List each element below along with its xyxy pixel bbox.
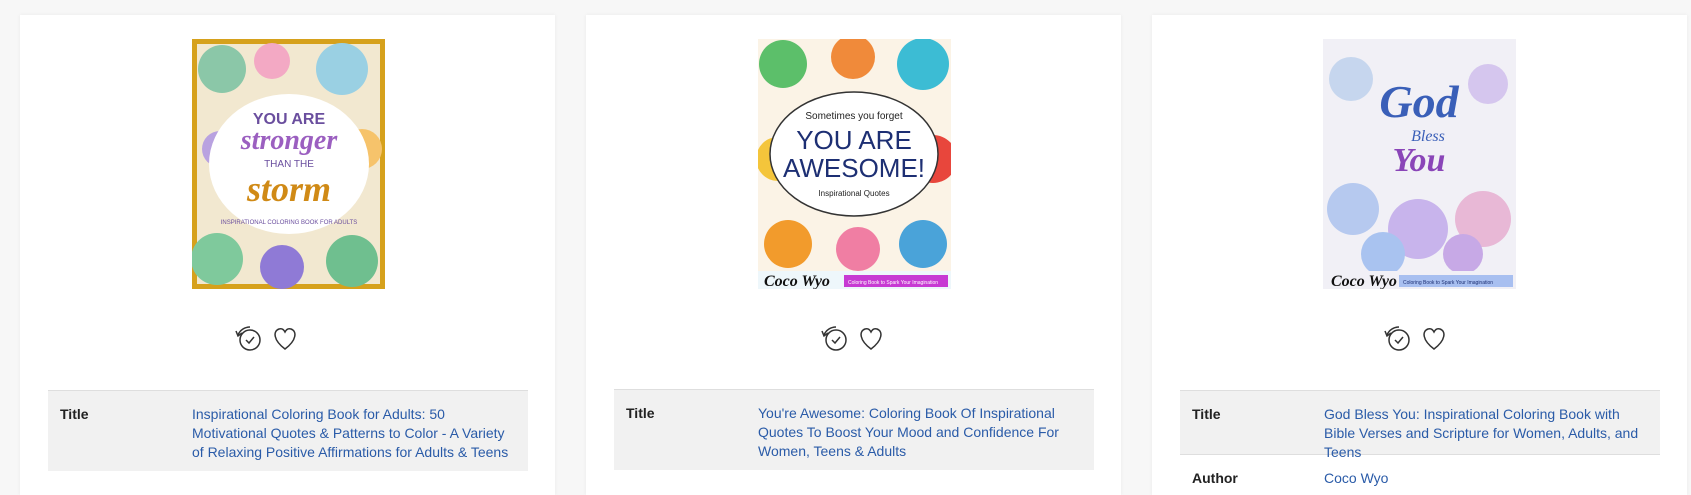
detail-value: Coco Wyo bbox=[1324, 455, 1660, 495]
book-card: God Bless You Coco Wyo Coloring Book to … bbox=[1152, 15, 1687, 495]
cover-text: INSPIRATIONAL COLORING BOOK FOR ADULTS bbox=[221, 220, 358, 226]
detail-row-title: Title You're Awesome: Coloring Book Of I… bbox=[614, 389, 1094, 470]
cover-text: AWESOME! bbox=[783, 153, 925, 183]
detail-value: You're Awesome: Coloring Book Of Inspira… bbox=[758, 390, 1094, 470]
detail-label: Author bbox=[1192, 470, 1238, 486]
detail-label: Title bbox=[1192, 406, 1221, 422]
cover-text: Coloring Book to Spark Your Imagination bbox=[1403, 280, 1493, 286]
cover-text: You bbox=[1393, 142, 1446, 179]
book-details: Title God Bless You: Inspirational Color… bbox=[1180, 390, 1660, 495]
cover-text: God bbox=[1379, 76, 1459, 127]
heart-icon[interactable] bbox=[854, 321, 888, 355]
book-title-link[interactable]: Inspirational Coloring Book for Adults: … bbox=[192, 406, 508, 460]
detail-value: God Bless You: Inspirational Coloring Bo… bbox=[1324, 391, 1660, 460]
cover-text: Sometimes you forget bbox=[805, 111, 902, 122]
history-icon[interactable] bbox=[818, 321, 852, 355]
heart-icon[interactable] bbox=[268, 321, 302, 355]
detail-label: Title bbox=[60, 406, 89, 422]
detail-row-author: Author Coco Wyo bbox=[1180, 454, 1660, 495]
detail-label: Title bbox=[626, 405, 655, 421]
cover-text: YOU ARE bbox=[796, 125, 912, 155]
detail-row-title: Title God Bless You: Inspirational Color… bbox=[1180, 390, 1660, 460]
book-details: Title Inspirational Coloring Book for Ad… bbox=[48, 390, 528, 471]
book-title-link[interactable]: God Bless You: Inspirational Coloring Bo… bbox=[1324, 406, 1638, 460]
cover-text: stronger bbox=[240, 125, 339, 156]
book-cover-image[interactable]: YOU ARE stronger THAN THE storm INSPIRAT… bbox=[192, 39, 385, 289]
history-icon[interactable] bbox=[232, 321, 266, 355]
author-link[interactable]: Coco Wyo bbox=[1324, 470, 1388, 486]
book-details: Title You're Awesome: Coloring Book Of I… bbox=[614, 389, 1094, 470]
cover-text: Coloring Book to Spark Your Imagination bbox=[848, 280, 938, 286]
detail-row-title: Title Inspirational Coloring Book for Ad… bbox=[48, 390, 528, 471]
book-cover-image[interactable]: Sometimes you forget YOU ARE AWESOME! In… bbox=[758, 39, 951, 289]
cover-text: Coco Wyo bbox=[1331, 273, 1397, 289]
history-icon[interactable] bbox=[1381, 321, 1415, 355]
cover-text: storm bbox=[246, 169, 331, 209]
detail-value: Inspirational Coloring Book for Adults: … bbox=[192, 391, 528, 471]
cover-text: Coco Wyo bbox=[764, 273, 830, 289]
book-title-link[interactable]: You're Awesome: Coloring Book Of Inspira… bbox=[758, 405, 1059, 459]
heart-icon[interactable] bbox=[1417, 321, 1451, 355]
cover-text: Inspirational Quotes bbox=[818, 189, 889, 198]
book-cover-image[interactable]: God Bless You Coco Wyo Coloring Book to … bbox=[1323, 39, 1516, 289]
book-card: YOU ARE stronger THAN THE storm INSPIRAT… bbox=[20, 15, 555, 495]
book-card: Sometimes you forget YOU ARE AWESOME! In… bbox=[586, 15, 1121, 495]
